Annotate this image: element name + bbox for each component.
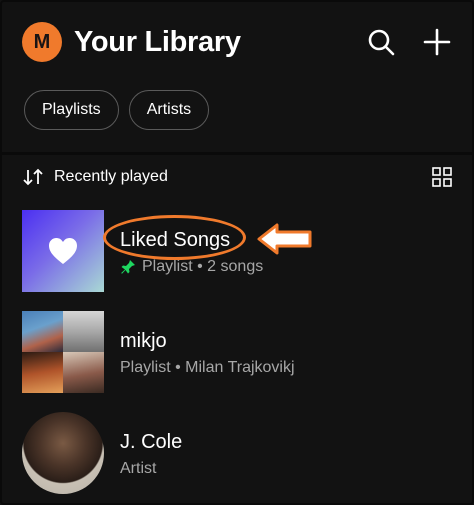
pin-icon xyxy=(121,259,135,274)
list-item-liked-songs[interactable]: Liked Songs Playlist • 2 songs xyxy=(22,210,452,292)
item-meta: mikjo Playlist • Milan Trajkovikj xyxy=(120,328,295,377)
filter-chip-artists[interactable]: Artists xyxy=(128,90,210,130)
filter-chip-playlists[interactable]: Playlists xyxy=(24,90,119,130)
heart-icon xyxy=(49,238,77,264)
library-list: Liked Songs Playlist • 2 songs mikjo Pla… xyxy=(22,210,452,503)
grid-view-icon[interactable] xyxy=(432,167,452,187)
library-header: M Your Library xyxy=(22,20,452,64)
album-art-tile xyxy=(63,311,104,352)
item-subtitle: Playlist • Milan Trajkovikj xyxy=(120,359,295,377)
page-title: Your Library xyxy=(74,25,241,58)
list-item-mikjo[interactable]: mikjo Playlist • Milan Trajkovikj xyxy=(22,311,452,393)
item-subtitle: Playlist • 2 songs xyxy=(120,258,263,276)
plus-icon[interactable] xyxy=(422,27,452,57)
item-title: J. Cole xyxy=(120,430,183,453)
item-subtitle: Artist xyxy=(120,460,182,478)
item-subtitle-text: Artist xyxy=(120,459,157,477)
header-actions xyxy=(366,27,452,57)
section-divider xyxy=(2,152,472,155)
library-screen: M Your Library Playlists Artists Recentl… xyxy=(0,0,474,505)
album-art-tile xyxy=(63,352,104,393)
album-art-tile xyxy=(22,311,63,352)
list-item-j-cole[interactable]: J. Cole Artist xyxy=(22,412,452,494)
item-meta: J. Cole Artist xyxy=(120,429,182,478)
artist-avatar xyxy=(22,412,104,494)
sort-arrows-icon[interactable] xyxy=(22,168,44,186)
item-title: mikjo xyxy=(120,329,167,352)
liked-songs-cover xyxy=(22,210,104,292)
sort-label[interactable]: Recently played xyxy=(54,168,168,186)
filter-chips: Playlists Artists xyxy=(24,90,210,130)
item-subtitle-text: Playlist • 2 songs xyxy=(142,257,264,275)
item-subtitle-text: Playlist • Milan Trajkovikj xyxy=(120,358,295,376)
annotation-arrow-icon xyxy=(257,223,312,255)
album-art-tile xyxy=(22,352,63,393)
search-icon[interactable] xyxy=(366,27,396,57)
profile-avatar[interactable]: M xyxy=(22,22,62,62)
annotation-ellipse xyxy=(103,215,246,260)
mikjo-cover-mosaic xyxy=(22,311,104,393)
sort-bar: Recently played xyxy=(22,162,452,192)
